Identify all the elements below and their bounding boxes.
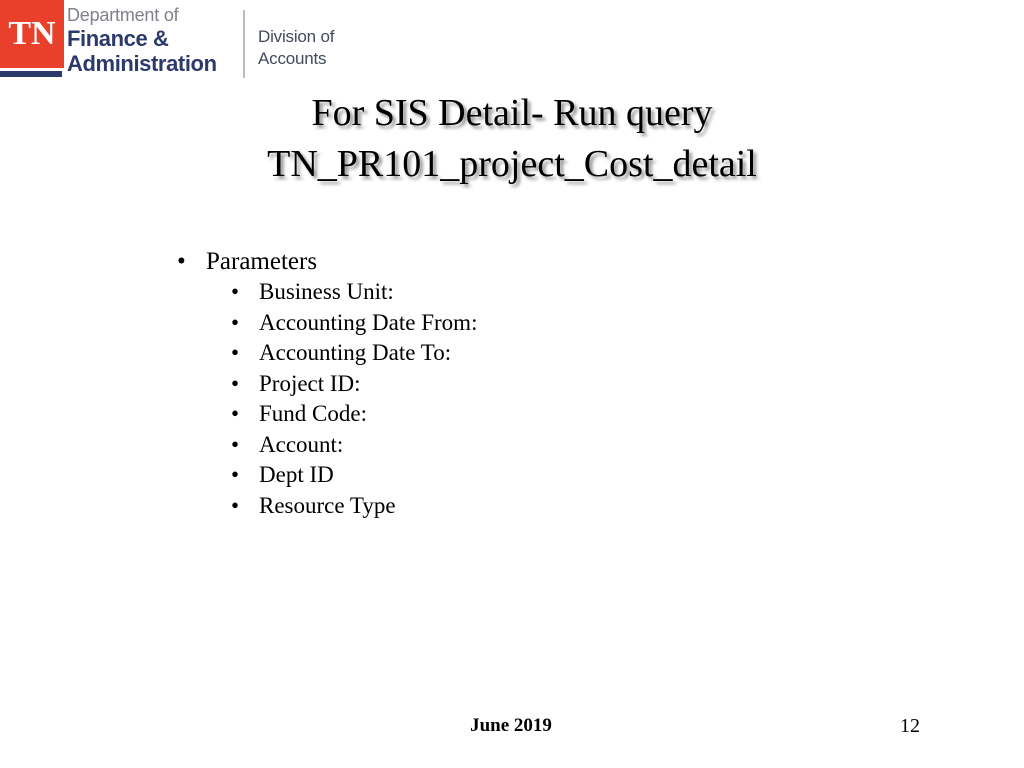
bullet-glyph-icon: • xyxy=(231,492,240,518)
list-item-label: Accounting Date To: xyxy=(259,340,452,365)
list-item-label: Project ID: xyxy=(259,370,361,396)
department-line-3: Administration xyxy=(67,51,217,76)
division-line-1: Division of xyxy=(258,27,335,46)
bullet-glyph-icon: • xyxy=(231,370,240,396)
slide-title-line-1: For SIS Detail- Run query xyxy=(311,92,713,134)
tn-state-mark-icon: TN xyxy=(0,0,64,68)
bullet-glyph-icon: • xyxy=(231,431,240,457)
agency-logo: TN Department of Finance & Administratio… xyxy=(0,0,340,92)
bullet-list: • Parameters • Business Unit: • Accounti… xyxy=(170,246,870,521)
list-item: • Business Unit: xyxy=(170,277,870,308)
department-line-2: Finance & xyxy=(67,26,169,51)
list-item-label: Accounting Date From: xyxy=(259,309,478,335)
list-item-parameters: • Parameters xyxy=(170,246,870,277)
footer-page-number: 12 xyxy=(900,715,920,737)
bullet-glyph-icon: • xyxy=(177,248,186,275)
slide-title: For SIS Detail- Run query TN_PR101_proje… xyxy=(62,88,962,190)
bullet-glyph-icon: • xyxy=(231,309,240,335)
bullet-glyph-icon: • xyxy=(231,401,240,426)
list-item: • Fund Code: xyxy=(170,399,870,430)
list-item: • Accounting Date To: xyxy=(170,338,870,369)
bullet-glyph-icon: • xyxy=(231,340,240,365)
division-line-2: Accounts xyxy=(258,49,327,68)
list-item: • Account: xyxy=(170,430,870,461)
bullet-glyph-icon: • xyxy=(231,462,240,487)
list-item: • Dept ID xyxy=(170,460,870,491)
footer-date: June 2019 xyxy=(470,715,552,736)
department-line-1: Department of xyxy=(67,5,179,25)
department-wordmark: Department of Finance & Administration xyxy=(67,4,237,76)
list-item-label: Parameters xyxy=(206,248,318,275)
list-item-label: Dept ID xyxy=(259,462,334,487)
list-item-label: Fund Code: xyxy=(259,401,367,426)
list-item: • Resource Type xyxy=(170,491,870,522)
list-item-label: Account: xyxy=(259,431,344,457)
division-wordmark: Division of Accounts xyxy=(258,26,358,70)
list-item-label: Resource Type xyxy=(259,492,396,518)
list-item: • Accounting Date From: xyxy=(170,308,870,339)
slide-canvas: TN Department of Finance & Administratio… xyxy=(0,0,1024,768)
slide-title-line-2: TN_PR101_project_Cost_detail xyxy=(267,143,757,185)
logo-divider xyxy=(243,10,245,78)
bullet-glyph-icon: • xyxy=(231,279,240,304)
list-item: • Project ID: xyxy=(170,369,870,400)
list-item-label: Business Unit: xyxy=(259,279,394,304)
tn-mark-underbar xyxy=(0,71,62,77)
